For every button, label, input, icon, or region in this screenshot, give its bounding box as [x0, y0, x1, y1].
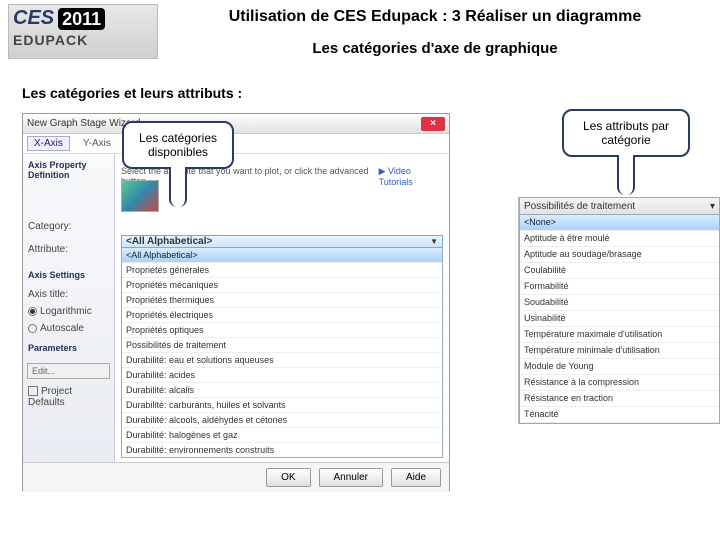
- list-item[interactable]: <None>: [520, 215, 719, 231]
- callout-text: Les attributs par: [583, 119, 669, 133]
- tab-yaxis[interactable]: Y-Axis: [76, 136, 118, 151]
- hint-text: Select the attribute that you want to pl…: [121, 166, 379, 187]
- list-item[interactable]: Propriétés générales: [122, 263, 442, 278]
- section-axis-settings: Axis Settings: [23, 264, 114, 286]
- list-item[interactable]: Module de Young: [520, 359, 719, 375]
- list-item[interactable]: Durabilité: environnements construits: [122, 443, 442, 458]
- combo-value: Possibilités de traitement: [524, 201, 635, 212]
- chart-thumb-icon: [121, 180, 159, 212]
- list-item[interactable]: Température maximale d'utilisation: [520, 327, 719, 343]
- radio-log[interactable]: Logarithmic: [23, 303, 114, 320]
- section-parameters: Parameters: [23, 337, 114, 359]
- help-button[interactable]: Aide: [391, 468, 441, 487]
- section-title: Les catégories et leurs attributs :: [22, 85, 720, 101]
- radio-auto[interactable]: Autoscale: [23, 320, 114, 337]
- attribute-combo[interactable]: Possibilités de traitement ▾: [519, 197, 720, 214]
- category-combo[interactable]: <All Alphabetical> ▼: [121, 235, 443, 248]
- list-item[interactable]: Propriétés électriques: [122, 308, 442, 323]
- list-item[interactable]: Durabilité: eau et solutions aqueuses: [122, 353, 442, 368]
- attribute-list[interactable]: <None>Aptitude à être mouléAptitude au s…: [519, 214, 720, 424]
- dialog-window: New Graph Stage Wizard × X-Axis Y-Axis A…: [22, 113, 450, 491]
- label-attribute: Attribute:: [23, 241, 114, 258]
- list-item[interactable]: Propriétés mécaniques: [122, 278, 442, 293]
- callout-text: catégorie: [601, 133, 650, 147]
- list-item[interactable]: Durabilité: halogènes et gaz: [122, 428, 442, 443]
- list-item[interactable]: Soudabilité: [520, 295, 719, 311]
- list-item[interactable]: <All Alphabetical>: [122, 248, 442, 263]
- video-tutorials-link[interactable]: ▶ Video Tutorials: [379, 166, 443, 187]
- callout-text: Les catégories: [139, 131, 217, 145]
- list-item[interactable]: Propriétés optiques: [122, 323, 442, 338]
- list-item[interactable]: Résistance à la compression: [520, 375, 719, 391]
- label-axis-title: Axis title:: [23, 286, 114, 303]
- list-item[interactable]: Durabilité: acides: [122, 368, 442, 383]
- edit-button[interactable]: Edit...: [27, 363, 110, 379]
- cancel-button[interactable]: Annuler: [319, 468, 383, 487]
- callout-text: disponibles: [148, 145, 208, 159]
- list-item[interactable]: Aptitude à être moulé: [520, 231, 719, 247]
- list-item[interactable]: Aptitude au soudage/brasage: [520, 247, 719, 263]
- category-list[interactable]: <All Alphabetical>Propriétés généralesPr…: [121, 248, 443, 458]
- list-item[interactable]: Coulabilité: [520, 263, 719, 279]
- list-item[interactable]: Propriétés thermiques: [122, 293, 442, 308]
- list-item[interactable]: Résistance en traction: [520, 391, 719, 407]
- page-title: Utilisation de CES Edupack : 3 Réaliser …: [158, 8, 712, 26]
- page-subtitle: Les catégories d'axe de graphique: [158, 40, 712, 57]
- attributes-panel: Possibilités de traitement ▾ <None>Aptit…: [518, 197, 720, 424]
- list-item[interactable]: Durabilité: carburants, huiles et solvan…: [122, 398, 442, 413]
- callout-attributes: Les attributs par catégorie: [562, 109, 690, 157]
- list-item[interactable]: Possibilités de traitement: [122, 338, 442, 353]
- checkbox-defaults[interactable]: Project Defaults: [23, 383, 114, 411]
- callout-categories: Les catégories disponibles: [122, 121, 234, 169]
- logo-year: 2011: [58, 8, 105, 30]
- tab-xaxis[interactable]: X-Axis: [27, 136, 70, 151]
- section-axis-def: Axis Property Definition: [23, 154, 114, 186]
- label-category: Category:: [23, 218, 114, 235]
- list-item[interactable]: Usinabilité: [520, 311, 719, 327]
- list-item[interactable]: Température minimale d'utilisation: [520, 343, 719, 359]
- logo-ces: CES: [13, 7, 54, 30]
- logo-edupack: EDUPACK: [9, 32, 157, 48]
- logo: CES 2011 EDUPACK: [8, 4, 158, 59]
- list-item[interactable]: Durabilité: alcools, aldéhydes et cétone…: [122, 413, 442, 428]
- combo-value: <All Alphabetical>: [126, 236, 212, 247]
- list-item[interactable]: Ténacité: [520, 407, 719, 423]
- ok-button[interactable]: OK: [266, 468, 310, 487]
- list-item[interactable]: Durabilité: alcalis: [122, 383, 442, 398]
- chevron-down-icon: ▾: [710, 201, 715, 212]
- chevron-down-icon: ▼: [430, 237, 438, 246]
- close-icon[interactable]: ×: [421, 117, 445, 131]
- list-item[interactable]: Formabilité: [520, 279, 719, 295]
